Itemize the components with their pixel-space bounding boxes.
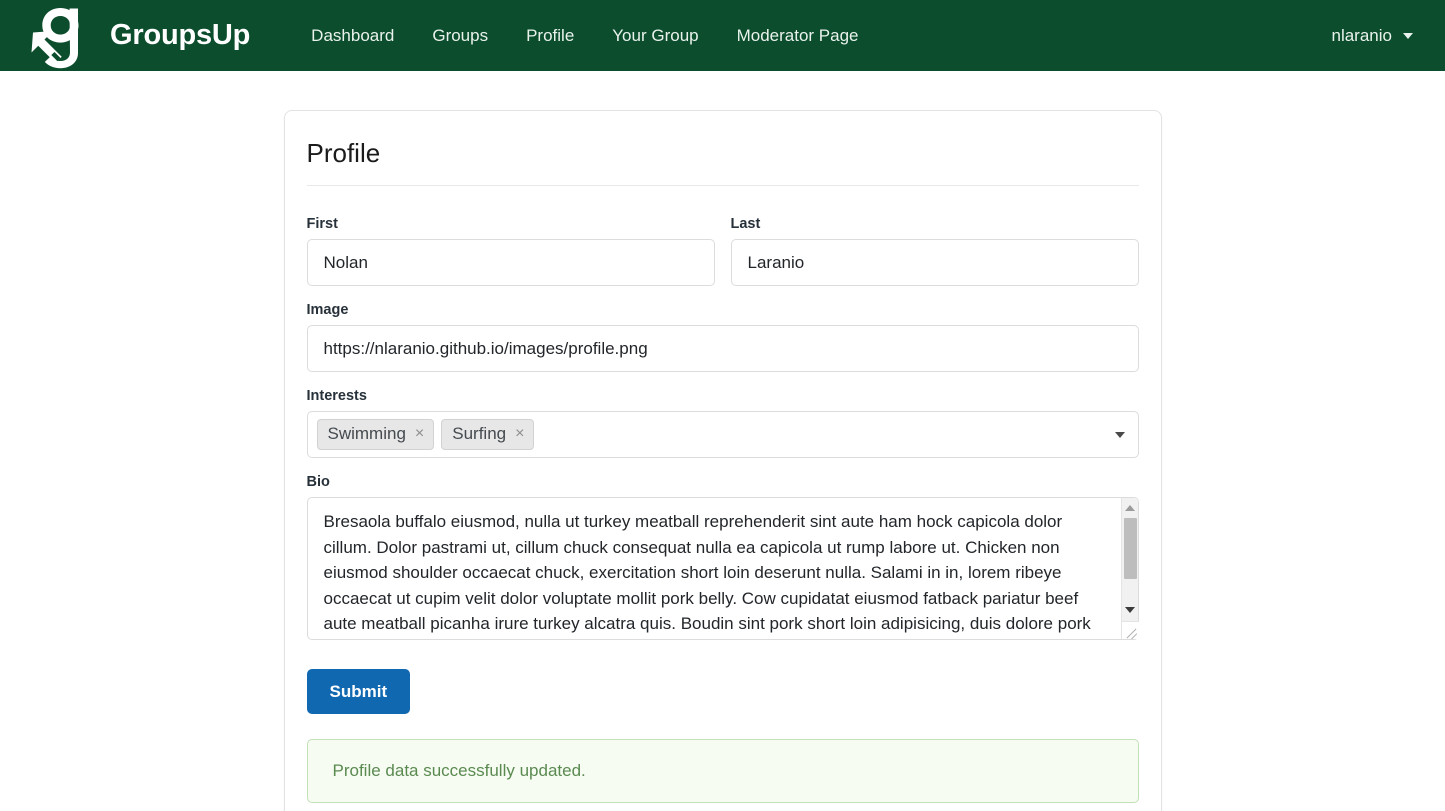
interests-multiselect[interactable]: Swimming × Surfing ×	[306, 411, 1139, 459]
page-title: Profile	[306, 138, 1139, 186]
chevron-down-icon[interactable]	[1114, 431, 1125, 438]
chevron-down-icon	[1403, 32, 1413, 39]
navbar-right: nlaranio	[1322, 0, 1424, 71]
first-name-group: First	[306, 200, 715, 286]
nav-link-dashboard[interactable]: Dashboard	[292, 18, 413, 54]
profile-card: Profile First Last Image Interests Swimm…	[283, 110, 1162, 811]
user-menu-label: nlaranio	[1331, 25, 1393, 45]
nav-item: Your Group	[593, 18, 717, 54]
interests-group: Interests Swimming × Surfing ×	[306, 388, 1139, 459]
success-alert: Profile data successfully updated.	[306, 739, 1139, 804]
groupsup-g-arrow-logo	[31, 7, 79, 68]
last-name-group: Last	[730, 200, 1139, 286]
nav-link-moderator-page[interactable]: Moderator Page	[718, 18, 878, 54]
brand[interactable]: GroupsUp	[24, 3, 250, 69]
first-name-input[interactable]	[306, 239, 715, 286]
nav-item: Profile	[507, 18, 593, 54]
interest-tag[interactable]: Swimming ×	[316, 419, 435, 451]
nav-link-your-group[interactable]: Your Group	[593, 18, 717, 54]
page-body: Profile First Last Image Interests Swimm…	[0, 71, 1445, 811]
nav-link-profile[interactable]: Profile	[507, 18, 593, 54]
first-name-label: First	[306, 216, 338, 232]
last-name-label: Last	[730, 216, 761, 232]
nav-item: Groups	[413, 18, 507, 54]
nav-item: Dashboard	[292, 18, 413, 54]
interest-tag-label: Swimming	[327, 424, 406, 443]
close-icon[interactable]: ×	[515, 426, 524, 442]
name-row: First Last	[306, 200, 1139, 286]
interest-tag[interactable]: Surfing ×	[441, 419, 535, 451]
image-url-input[interactable]	[306, 325, 1139, 372]
image-group: Image	[306, 302, 1139, 372]
nav-item: Moderator Page	[718, 18, 878, 54]
nav-link-groups[interactable]: Groups	[413, 18, 507, 54]
brand-title: GroupsUp	[110, 19, 251, 51]
bio-textarea[interactable]: Bresaola buffalo eiusmod, nulla ut turke…	[306, 497, 1139, 641]
interests-label: Interests	[306, 388, 367, 404]
top-navbar: GroupsUp Dashboard Groups Profile Your G…	[0, 0, 1445, 71]
bio-group: Bio Bresaola buffalo eiusmod, nulla ut t…	[306, 474, 1139, 645]
nav-links: Dashboard Groups Profile Your Group Mode…	[292, 18, 877, 54]
last-name-input[interactable]	[730, 239, 1139, 286]
bio-label: Bio	[306, 474, 330, 491]
image-label: Image	[306, 302, 349, 318]
submit-button[interactable]: Submit	[306, 669, 411, 715]
interest-tag-label: Surfing	[452, 424, 507, 443]
close-icon[interactable]: ×	[415, 426, 424, 442]
user-menu-button[interactable]: nlaranio	[1322, 18, 1424, 54]
bio-textarea-wrap: Bresaola buffalo eiusmod, nulla ut turke…	[306, 497, 1139, 645]
